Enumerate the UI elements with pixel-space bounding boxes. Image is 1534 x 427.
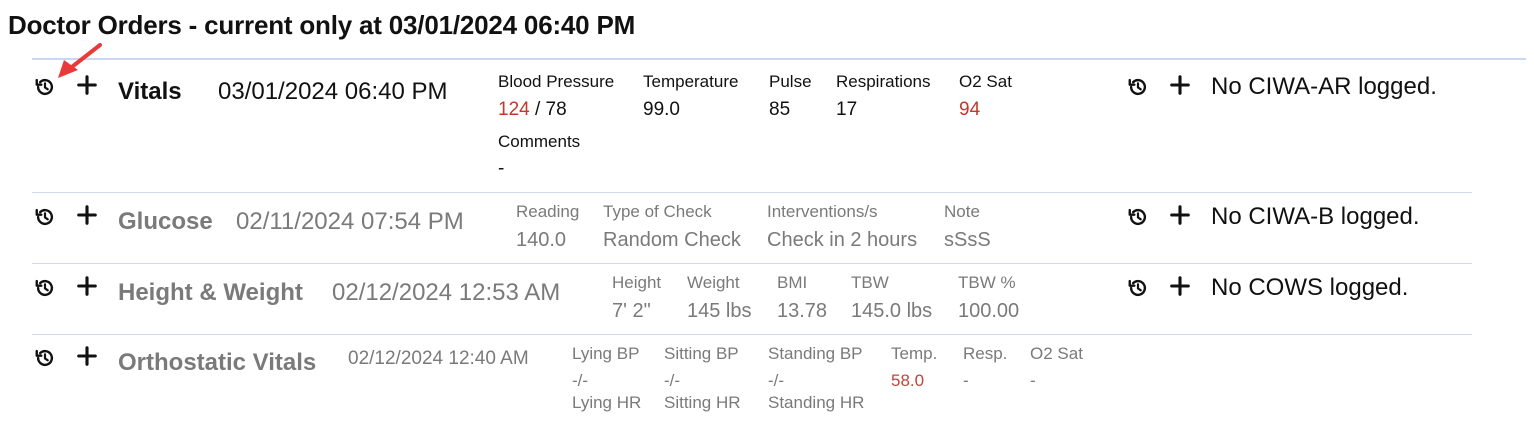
tbw-percent-value: 100.00 bbox=[958, 300, 1020, 322]
red-arrow-pointer bbox=[58, 43, 102, 78]
lying-bp-value: -/- bbox=[572, 371, 589, 390]
respirations-label: Respirations bbox=[836, 72, 931, 91]
ortho-resp-value: - bbox=[963, 371, 969, 390]
history-icon[interactable] bbox=[1127, 76, 1149, 98]
ciwa-ar-status: No CIWA-AR logged. bbox=[1211, 73, 1437, 100]
ciwa-b-status: No CIWA-B logged. bbox=[1211, 203, 1420, 230]
type-of-check-value: Random Check bbox=[603, 229, 741, 251]
vitals-name: Vitals bbox=[118, 78, 182, 105]
bmi-label: BMI bbox=[777, 273, 808, 292]
sitting-bp-label: Sitting BP bbox=[664, 344, 739, 363]
page-title: Doctor Orders - current only at 03/01/20… bbox=[8, 10, 636, 40]
ortho-o2-sat-value: - bbox=[1030, 371, 1036, 390]
plus-icon[interactable] bbox=[76, 204, 98, 226]
o2-sat-label: O2 Sat bbox=[959, 72, 1012, 91]
history-icon[interactable] bbox=[34, 277, 56, 299]
cows-status: No COWS logged. bbox=[1211, 274, 1409, 301]
standing-hr-label: Standing HR bbox=[768, 393, 865, 412]
interventions-label: Interventions/s bbox=[767, 202, 878, 221]
lying-hr-label: Lying HR bbox=[572, 393, 642, 412]
height-weight-name: Height & Weight bbox=[118, 279, 303, 306]
note-value: sSsS bbox=[944, 229, 991, 251]
glucose-datetime: 02/11/2024 07:54 PM bbox=[236, 208, 464, 235]
interventions-value: Check in 2 hours bbox=[767, 229, 918, 251]
orthostatic-datetime: 02/12/2024 12:40 AM bbox=[348, 348, 529, 369]
vitals-datetime: 03/01/2024 06:40 PM bbox=[218, 78, 448, 105]
bp-value: 124 / 78 bbox=[498, 99, 567, 121]
plus-icon[interactable] bbox=[76, 275, 98, 297]
bp-label: Blood Pressure bbox=[498, 72, 615, 91]
reading-label: Reading bbox=[516, 202, 580, 221]
comments-value: - bbox=[498, 158, 505, 179]
comments-label: Comments bbox=[498, 132, 581, 151]
type-of-check-label: Type of Check bbox=[603, 202, 712, 221]
temperature-label: Temperature bbox=[643, 72, 739, 91]
height-value: 7' 2" bbox=[612, 300, 651, 322]
sitting-bp-value: -/- bbox=[664, 371, 681, 390]
ortho-o2-sat-label: O2 Sat bbox=[1030, 344, 1083, 363]
tbw-label: TBW bbox=[851, 273, 889, 292]
tbw-percent-label: TBW % bbox=[958, 273, 1016, 292]
height-label: Height bbox=[612, 273, 662, 292]
reading-value: 140.0 bbox=[516, 229, 567, 251]
history-icon[interactable] bbox=[1127, 277, 1149, 299]
orthostatic-name: Orthostatic Vitals bbox=[118, 349, 317, 376]
bmi-value: 13.78 bbox=[777, 300, 828, 322]
note-label: Note bbox=[944, 202, 980, 221]
pulse-label: Pulse bbox=[769, 72, 812, 91]
tbw-value: 145.0 lbs bbox=[851, 300, 933, 322]
ortho-resp-label: Resp. bbox=[963, 344, 1008, 363]
weight-value: 145 lbs bbox=[687, 300, 752, 322]
plus-icon[interactable] bbox=[1169, 275, 1191, 297]
history-icon[interactable] bbox=[34, 206, 56, 228]
history-icon[interactable] bbox=[34, 347, 56, 369]
row-divider bbox=[32, 334, 1472, 335]
glucose-name: Glucose bbox=[118, 208, 213, 235]
title-divider bbox=[32, 58, 1526, 60]
bp-systolic: 124 bbox=[498, 99, 530, 120]
pulse-value: 85 bbox=[769, 99, 791, 120]
sitting-hr-label: Sitting HR bbox=[664, 393, 741, 412]
temperature-value: 99.0 bbox=[643, 99, 680, 120]
history-icon[interactable] bbox=[1127, 206, 1149, 228]
weight-label: Weight bbox=[687, 273, 740, 292]
row-divider bbox=[32, 192, 1472, 193]
bp-separator: / bbox=[529, 99, 546, 120]
ortho-temp-value: 58.0 bbox=[891, 371, 925, 390]
standing-bp-value: -/- bbox=[768, 371, 785, 390]
plus-icon[interactable] bbox=[1169, 204, 1191, 226]
plus-icon[interactable] bbox=[76, 345, 98, 367]
ortho-temp-label: Temp. bbox=[891, 344, 938, 363]
lying-bp-label: Lying BP bbox=[572, 344, 640, 363]
row-divider bbox=[32, 263, 1472, 264]
standing-bp-label: Standing BP bbox=[768, 344, 863, 363]
height-weight-datetime: 02/12/2024 12:53 AM bbox=[332, 279, 561, 306]
respirations-value: 17 bbox=[836, 99, 858, 120]
o2-sat-value: 94 bbox=[959, 99, 981, 120]
bp-diastolic: 78 bbox=[545, 99, 567, 120]
plus-icon[interactable] bbox=[1169, 74, 1191, 96]
